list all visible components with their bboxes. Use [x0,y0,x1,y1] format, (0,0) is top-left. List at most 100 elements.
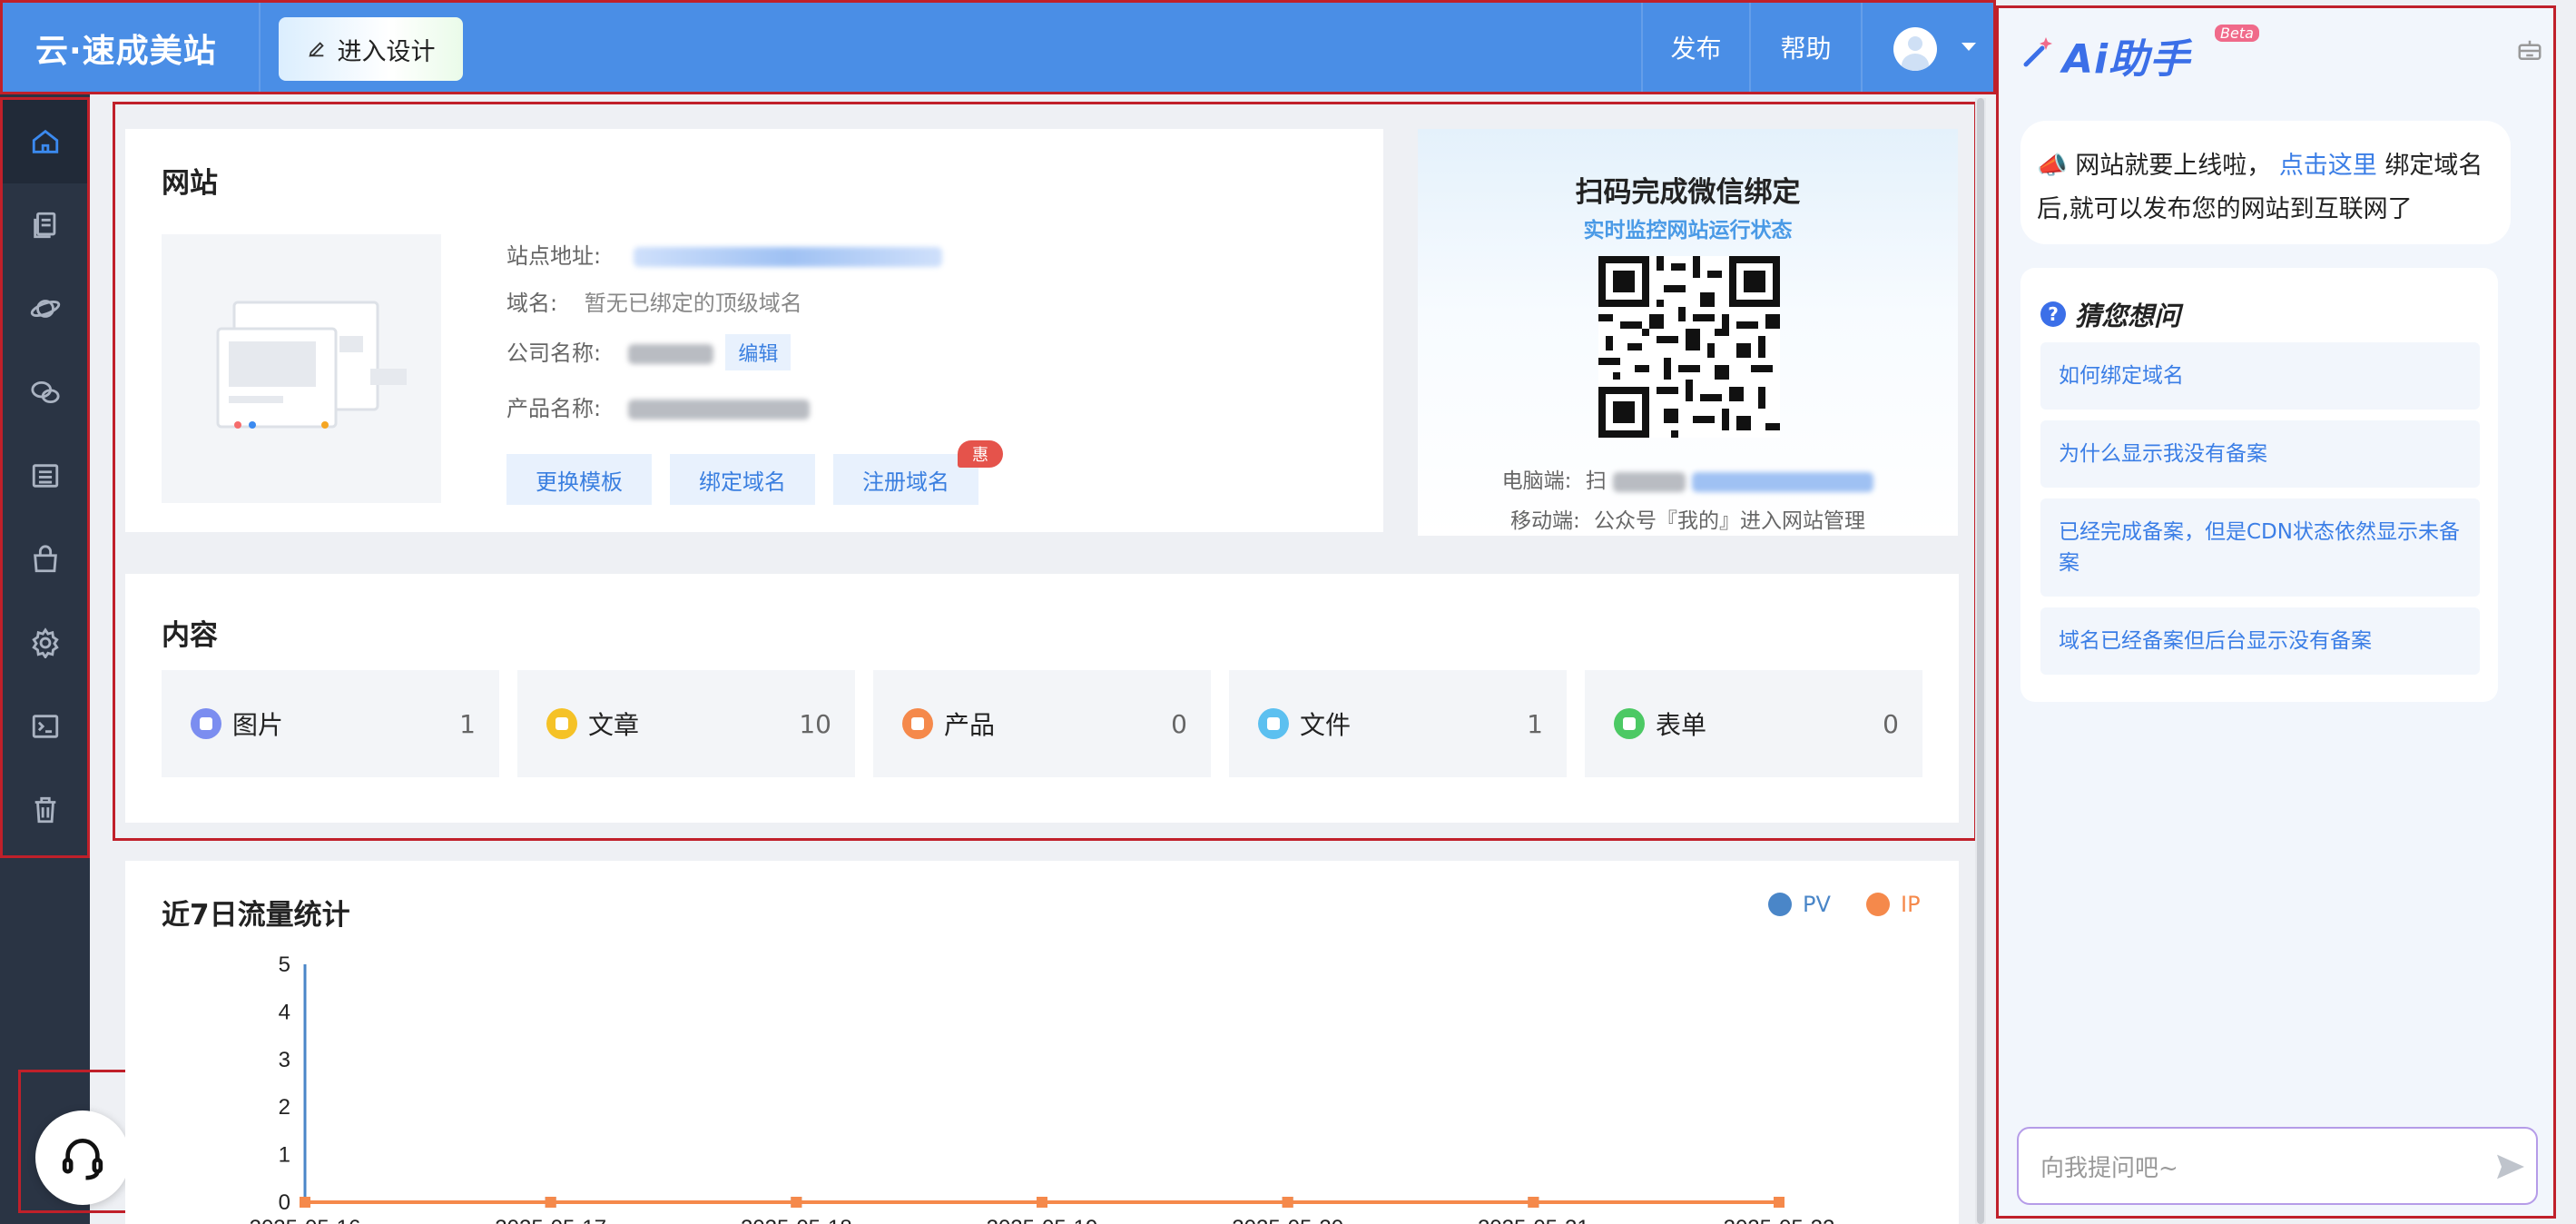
domain-label: 域名: [506,291,558,316]
data-point [545,1197,556,1208]
qr-code-image[interactable] [1598,256,1780,438]
help-label: 帮助 [1780,34,1832,64]
pc-blur-text [1613,471,1686,492]
send-icon[interactable] [2492,1149,2529,1185]
sidebar-item-pages[interactable] [3,183,87,267]
avatar-body [1902,54,1929,71]
stat-files[interactable]: 文件 1 [1229,670,1567,777]
faq-title: ? 猜您想问 [2040,295,2180,333]
magic-wand-icon [2023,37,2052,67]
click-here-link[interactable]: 点击这里 [2279,152,2377,180]
legend-pv-dot [1768,893,1792,916]
stat-articles[interactable]: 文章 10 [517,670,855,777]
faq-item[interactable]: 为什么显示我没有备案 [2040,420,2480,488]
headset-icon [62,1139,103,1180]
top-bar: 云·速成美站 进入设计 发布 帮助 [0,0,1996,94]
company-label: 公司名称: [506,341,602,366]
stat-images[interactable]: 图片 1 [162,670,499,777]
site-thumbnail[interactable] [162,234,441,503]
sidebar-nav [0,97,90,858]
data-point [791,1197,802,1208]
edit-company-button[interactable]: 编辑 [725,334,791,370]
product-row: 产品名称: [506,390,810,422]
x-tick-label: 2025-05-20 [1232,1216,1343,1224]
sidebar-item-settings[interactable] [3,601,87,685]
ai-input-placeholder: 向我提问吧~ [2040,1154,2178,1182]
legend-ip[interactable]: IP [1866,892,1921,917]
enter-design-label: 进入设计 [337,37,436,66]
domain-row: 域名: 暂无已绑定的顶级域名 [506,285,802,317]
sidebar-item-planet[interactable] [3,267,87,350]
product-label: 产品名称: [506,396,602,421]
list-icon [32,464,58,488]
legend-pv-label: PV [1803,892,1831,917]
faq-item[interactable]: 已经完成备案，但是CDN状态依然显示未备案 [2040,498,2480,597]
publish-button[interactable]: 发布 [1641,3,1749,92]
x-tick-label: 2025-05-19 [987,1216,1098,1224]
stat-label: 文章 [588,710,640,740]
support-button[interactable] [35,1110,130,1205]
y-tick-label: 3 [279,1048,290,1072]
mobile-row: 移动端: 公众号『我的』进入网站管理 [1418,503,1958,534]
ai-welcome-message: 📣 网站就要上线啦， 点击这里 绑定域名后,就可以发布您的网站到互联网了 [2020,121,2511,244]
brand-logo[interactable]: 云·速成美站 [35,25,217,72]
terminal-icon [32,715,58,738]
help-button[interactable]: 帮助 [1749,3,1861,92]
x-tick-label: 2025-05-18 [741,1216,852,1224]
sidebar-item-trash[interactable] [3,768,87,852]
avatar[interactable] [1893,27,1937,71]
gear-icon [31,627,59,658]
home-icon [32,129,58,153]
megaphone-icon: 📣 [2037,152,2068,180]
legend-ip-dot [1866,893,1890,916]
sidebar-item-wechat[interactable] [3,350,87,434]
shop-bag-icon [33,545,57,573]
company-row: 公司名称: 编辑 [506,334,791,370]
stat-label: 产品 [944,710,996,740]
pc-value: 扫 [1585,469,1607,493]
discount-badge: 惠 [958,440,1003,468]
image-icon [191,708,221,739]
pc-label: 电脑端: [1501,469,1572,493]
sidebar-item-home[interactable] [3,100,87,183]
x-tick-label: 2025-05-21 [1478,1216,1589,1224]
stat-value: 0 [1883,708,1899,739]
sidebar-item-terminal[interactable] [3,685,87,768]
robot-icon[interactable] [2516,37,2543,64]
data-point [1774,1197,1785,1208]
traffic-line-chart: 0 1 2 3 4 5 2025-05-16 2025-05-17 2025-05-18 2025… [250,953,1835,1224]
mobile-value: 公众号『我的』进入网站管理 [1594,509,1866,533]
pages-icon [33,212,55,239]
domain-value: 暂无已绑定的顶级域名 [584,291,802,316]
pc-link[interactable] [1692,471,1874,492]
change-template-button[interactable]: 更换模板 [506,454,652,505]
divider [259,3,261,92]
main-scrollbar-thumb[interactable] [1977,98,1984,1224]
data-point [1037,1197,1047,1208]
stat-forms[interactable]: 表单 0 [1585,670,1922,777]
site-preview-illustration [216,301,407,429]
enter-design-button[interactable]: 进入设计 [279,17,463,81]
stat-label: 文件 [1300,710,1352,740]
pencil-icon [308,42,324,57]
planet-icon [30,300,60,318]
x-tick-label: 2025-05-17 [495,1216,606,1224]
message-text-pre: 网站就要上线啦， [2075,152,2272,180]
stat-products[interactable]: 产品 0 [873,670,1211,777]
sidebar-item-shop[interactable] [3,518,87,601]
chevron-down-icon[interactable] [1961,43,1976,51]
ai-brand-title: Ai助手 [2062,36,2191,83]
ai-question-input[interactable]: 向我提问吧~ [2017,1127,2538,1205]
stat-value: 10 [799,708,831,739]
legend-pv[interactable]: PV [1768,892,1831,917]
site-address-value[interactable] [633,247,942,267]
y-tick-label: 0 [279,1190,290,1215]
faq-item[interactable]: 域名已经备案但后台显示没有备案 [2040,607,2480,675]
bind-domain-button[interactable]: 绑定域名 [670,454,815,505]
sidebar-item-list[interactable] [3,434,87,518]
data-point [1528,1197,1539,1208]
company-value [627,344,713,364]
wechat-bind-title: 扫码完成微信绑定 [1575,176,1801,209]
faq-item[interactable]: 如何绑定域名 [2040,342,2480,410]
register-domain-button[interactable]: 注册域名 [833,454,978,505]
